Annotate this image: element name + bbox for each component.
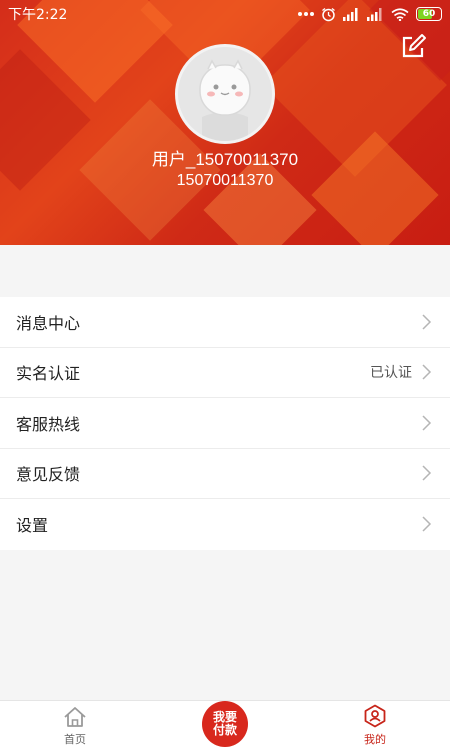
- pay-button[interactable]: 我要 付款: [202, 701, 248, 747]
- home-icon: [64, 707, 86, 727]
- menu-item-label: 设置: [16, 516, 49, 536]
- signal-icon: [367, 7, 382, 21]
- tab-label: 首页: [64, 733, 86, 746]
- tab-mine[interactable]: 我的: [300, 701, 450, 750]
- menu-item-label: 客服热线: [16, 414, 81, 434]
- dots-icon: [298, 12, 314, 16]
- chevron-right-icon: [422, 465, 432, 481]
- menu-item-settings[interactable]: 设置: [0, 499, 450, 550]
- status-time: 下午2:22: [8, 7, 68, 23]
- menu-item-label: 消息中心: [16, 313, 81, 333]
- status-bar: 下午2:22 60: [0, 0, 450, 28]
- avatar[interactable]: [175, 44, 275, 144]
- menu-item-customer-service[interactable]: 客服热线: [0, 398, 450, 449]
- chevron-right-icon: [422, 314, 432, 330]
- chevron-right-icon: [422, 415, 432, 431]
- avatar-robot-icon: [178, 47, 272, 141]
- signal-icon: [343, 7, 358, 21]
- tab-home[interactable]: 首页: [0, 701, 150, 750]
- battery-icon: 60: [416, 7, 442, 21]
- battery-level: 60: [422, 9, 436, 19]
- pay-label-line2: 付款: [212, 723, 237, 737]
- menu-item-feedback[interactable]: 意见反馈: [0, 449, 450, 499]
- phone-number: 15070011370: [176, 172, 274, 189]
- bottom-tab-bar: 首页 我要 付款 我的: [0, 700, 450, 750]
- status-icons: 60: [298, 7, 442, 22]
- menu-item-message-center[interactable]: 消息中心: [0, 297, 450, 348]
- menu-item-label: 意见反馈: [16, 465, 81, 485]
- settings-menu: 消息中心 实名认证 已认证 客服热线 意见反馈 设置: [0, 297, 450, 550]
- chevron-right-icon: [422, 364, 432, 380]
- menu-item-real-name-verification[interactable]: 实名认证 已认证: [0, 348, 450, 398]
- verification-status: 已认证: [370, 365, 412, 382]
- username: 用户_15070011370: [151, 150, 299, 169]
- wifi-icon: [391, 7, 409, 21]
- edit-icon[interactable]: [400, 32, 428, 60]
- chevron-right-icon: [422, 516, 432, 532]
- user-hexagon-icon: [364, 704, 386, 728]
- menu-item-label: 实名认证: [16, 364, 81, 384]
- alarm-icon: [322, 7, 335, 21]
- tab-label: 我的: [364, 733, 386, 746]
- tab-pay[interactable]: 我要 付款: [150, 701, 300, 750]
